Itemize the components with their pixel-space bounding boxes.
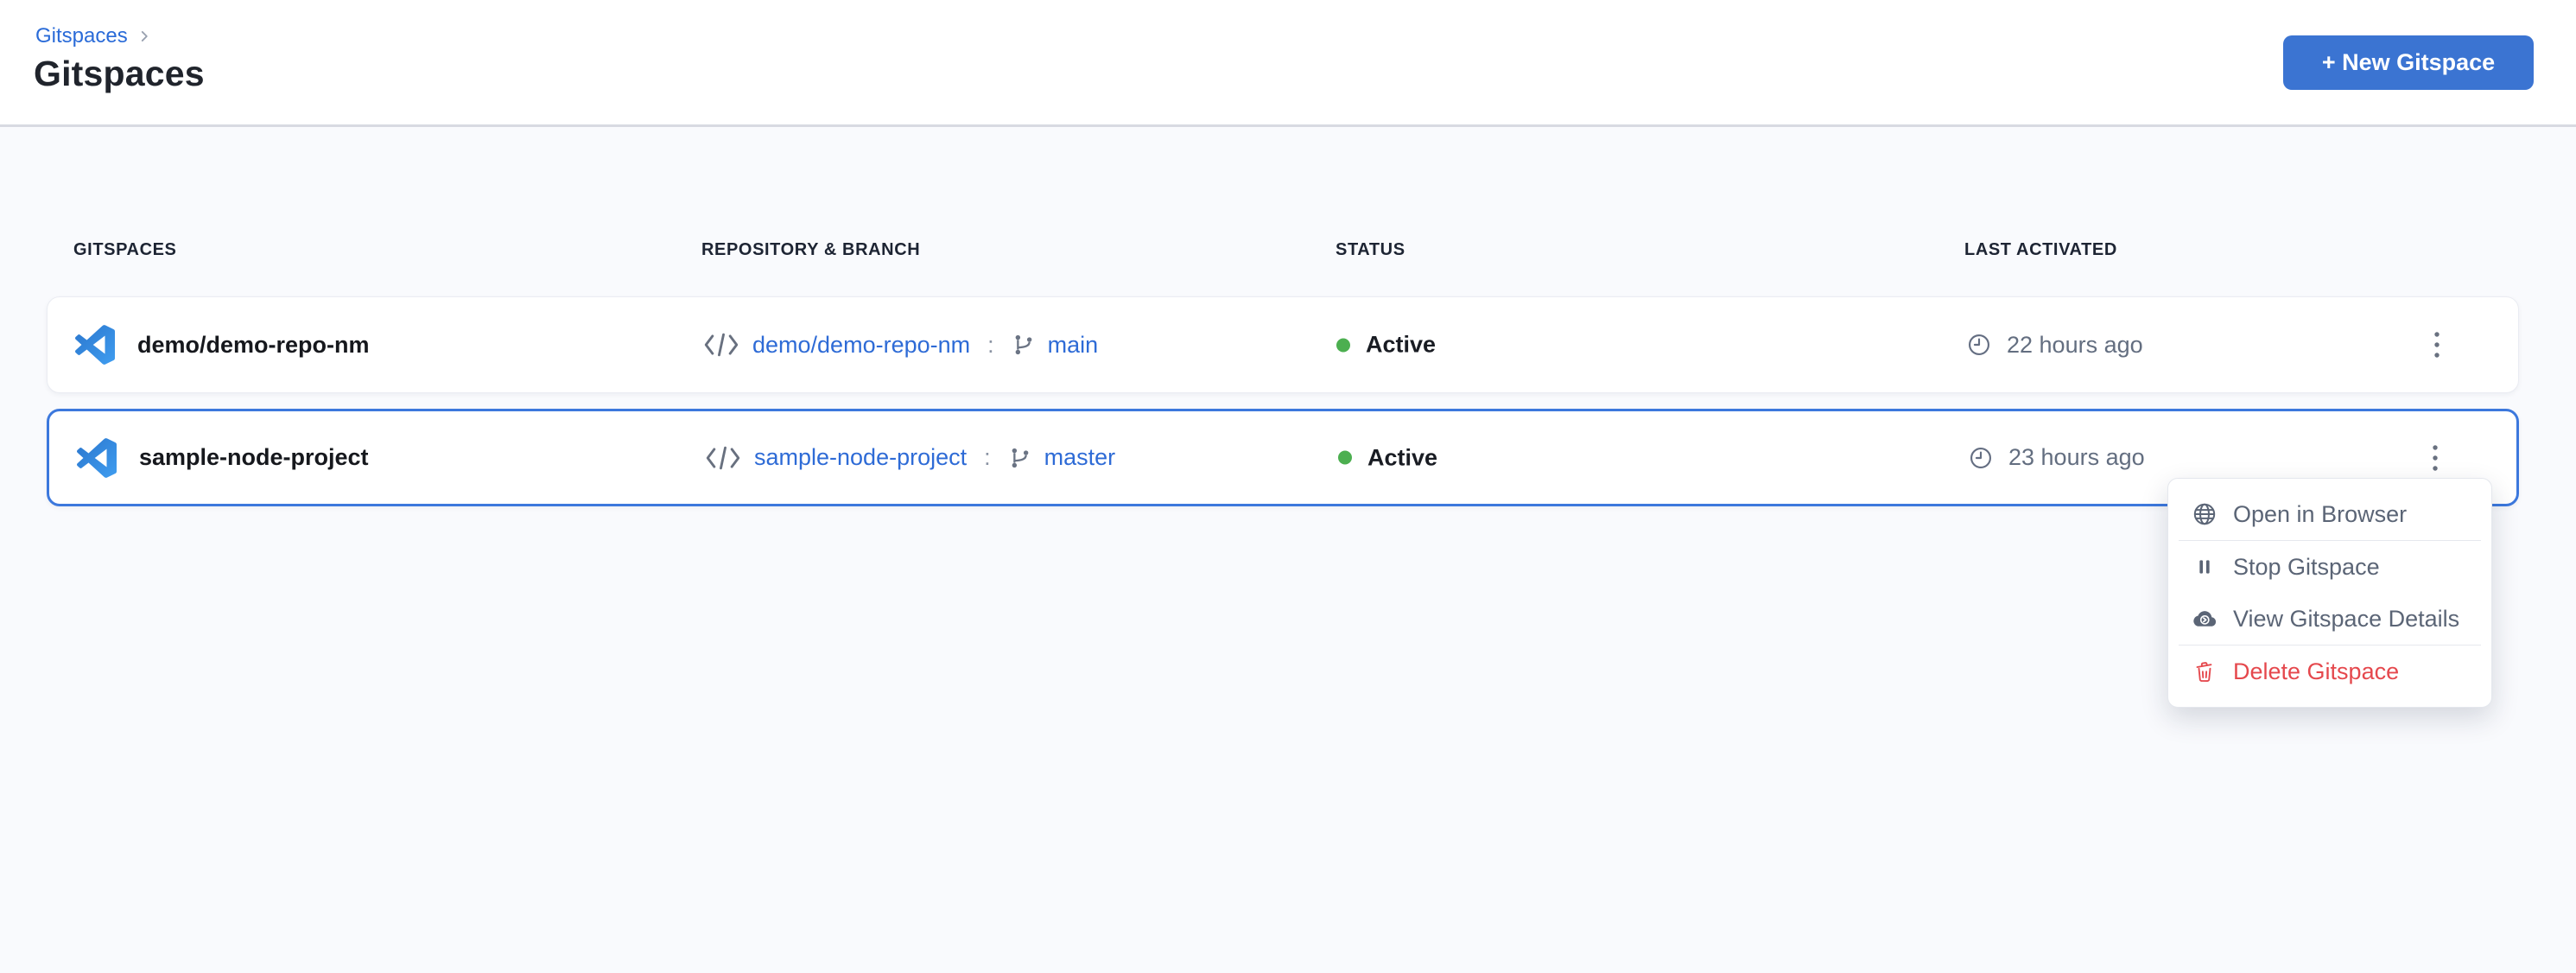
page-title: Gitspaces bbox=[34, 54, 205, 94]
menu-item-open-in-browser[interactable]: Open in Browser bbox=[2168, 488, 2491, 540]
status-active-dot bbox=[1338, 451, 1352, 465]
status-label: Active bbox=[1367, 444, 1437, 471]
pause-icon bbox=[2191, 553, 2218, 581]
vscode-icon bbox=[75, 325, 115, 365]
breadcrumb-link-gitspaces[interactable]: Gitspaces bbox=[35, 24, 128, 48]
top-header-bar: Gitspaces Gitspaces + New Gitspace bbox=[0, 0, 2576, 124]
menu-item-stop-gitspace[interactable]: Stop Gitspace bbox=[2168, 541, 2491, 593]
column-header-gitspaces: GITSPACES bbox=[73, 240, 177, 260]
row-actions-context-menu: Open in Browser Stop Gitspace View Gitsp… bbox=[2167, 478, 2492, 708]
code-icon bbox=[702, 330, 740, 359]
kebab-menu-icon bbox=[2433, 330, 2441, 359]
row-actions-menu-button[interactable] bbox=[2413, 314, 2461, 376]
branch-link[interactable]: master bbox=[1044, 444, 1116, 471]
table-row[interactable]: sample-node-project sample-node-project … bbox=[47, 409, 2519, 506]
repo-branch-separator: : bbox=[987, 332, 994, 359]
gitspace-name: sample-node-project bbox=[139, 444, 369, 471]
globe-icon bbox=[2191, 500, 2218, 528]
last-activated-cell: 23 hours ago bbox=[1967, 444, 2145, 472]
clock-icon bbox=[1965, 331, 1993, 359]
new-gitspace-button[interactable]: + New Gitspace bbox=[2283, 35, 2534, 90]
last-activated-cell: 22 hours ago bbox=[1965, 331, 2143, 359]
last-activated-label: 22 hours ago bbox=[2007, 332, 2143, 359]
clock-icon bbox=[1967, 444, 1995, 472]
repository-link[interactable]: sample-node-project bbox=[754, 444, 967, 471]
repository-branch-cell: sample-node-project : master bbox=[704, 443, 1115, 473]
cloud-icon bbox=[2191, 605, 2218, 633]
git-branch-icon bbox=[1012, 333, 1036, 357]
status-active-dot bbox=[1336, 338, 1350, 352]
column-header-status: STATUS bbox=[1336, 240, 1405, 260]
gitspace-cell: sample-node-project bbox=[77, 438, 369, 478]
status-cell: Active bbox=[1338, 444, 1437, 471]
menu-item-label: Stop Gitspace bbox=[2233, 554, 2380, 581]
last-activated-label: 23 hours ago bbox=[2008, 444, 2145, 471]
gitspace-name: demo/demo-repo-nm bbox=[137, 332, 370, 359]
trash-icon bbox=[2191, 658, 2218, 685]
column-header-repository-branch: REPOSITORY & BRANCH bbox=[701, 240, 920, 260]
menu-item-delete-gitspace[interactable]: Delete Gitspace bbox=[2168, 645, 2491, 697]
menu-item-label: Delete Gitspace bbox=[2233, 658, 2399, 685]
gitspace-cell: demo/demo-repo-nm bbox=[75, 325, 370, 365]
status-label: Active bbox=[1366, 332, 1436, 359]
menu-item-label: Open in Browser bbox=[2233, 501, 2407, 528]
vscode-icon bbox=[77, 438, 117, 478]
repository-branch-cell: demo/demo-repo-nm : main bbox=[702, 330, 1098, 359]
breadcrumb: Gitspaces bbox=[35, 24, 152, 48]
chevron-right-icon bbox=[136, 29, 152, 44]
table-row[interactable]: demo/demo-repo-nm demo/demo-repo-nm : ma… bbox=[47, 296, 2519, 393]
repo-branch-separator: : bbox=[984, 444, 991, 471]
kebab-menu-icon bbox=[2431, 443, 2440, 473]
status-cell: Active bbox=[1336, 332, 1436, 359]
column-header-last-activated: LAST ACTIVATED bbox=[1964, 240, 2117, 260]
menu-item-view-gitspace-details[interactable]: View Gitspace Details bbox=[2168, 593, 2491, 645]
code-icon bbox=[704, 443, 742, 473]
repository-link[interactable]: demo/demo-repo-nm bbox=[752, 332, 970, 359]
menu-item-label: View Gitspace Details bbox=[2233, 606, 2459, 633]
branch-link[interactable]: main bbox=[1048, 332, 1099, 359]
git-branch-icon bbox=[1008, 446, 1032, 470]
